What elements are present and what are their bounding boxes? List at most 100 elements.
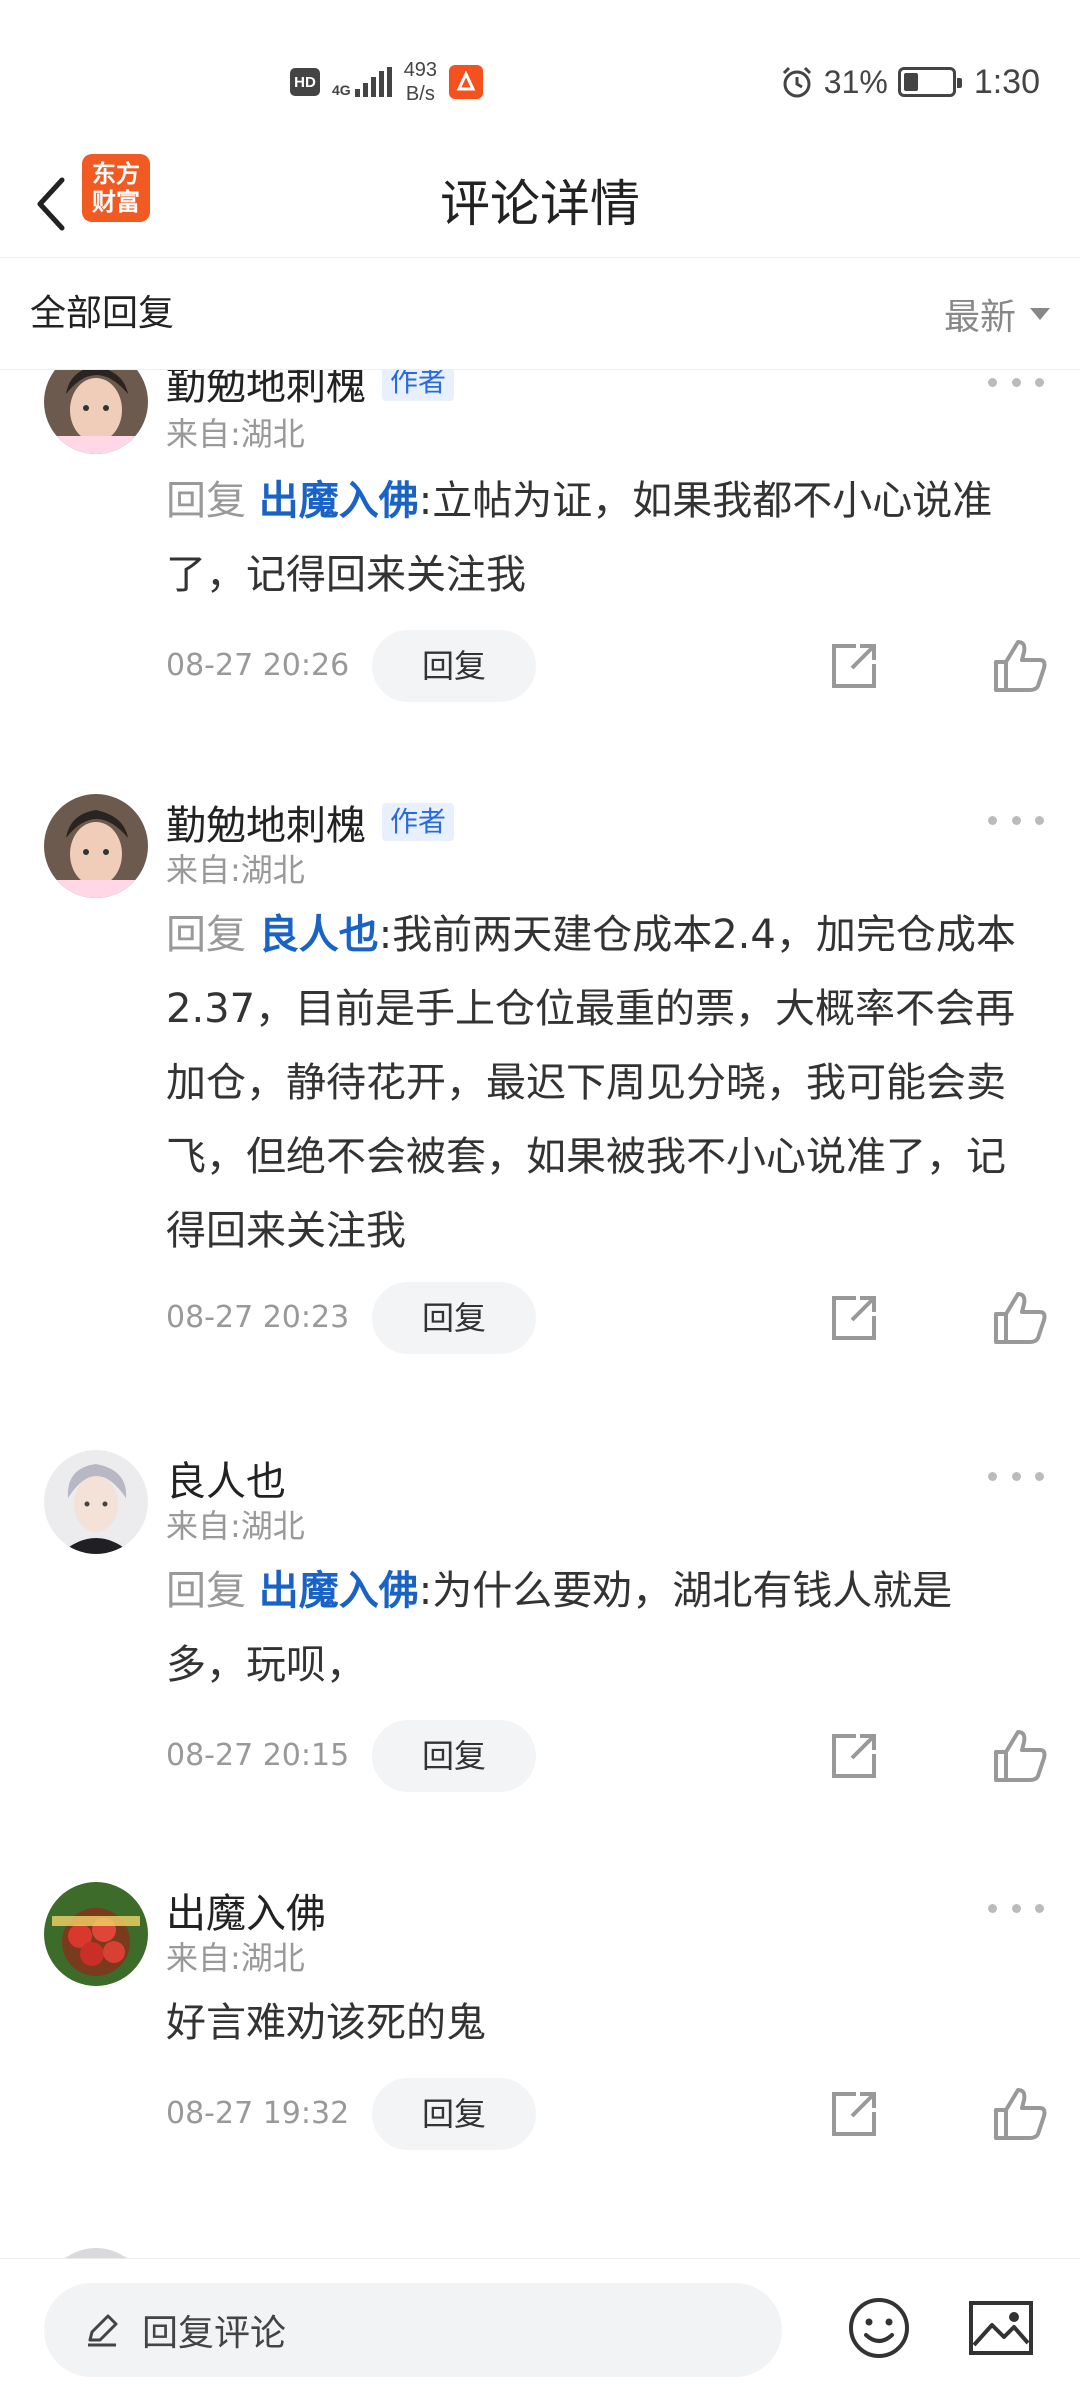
like-button[interactable]	[990, 636, 1050, 696]
nav-bar: 评论详情 东方 财富	[0, 150, 1080, 258]
username[interactable]: 勤勉地刺槐	[166, 370, 366, 411]
location-label: 来自:湖北	[166, 851, 305, 889]
clock: 1:30	[973, 62, 1040, 101]
status-right-cluster: 31% 1:30	[780, 52, 1040, 112]
alarm-icon	[782, 66, 811, 98]
page-title: 评论详情	[440, 175, 640, 233]
reply-colon: :	[418, 1568, 433, 1614]
app-notification-icon	[449, 65, 484, 99]
app-logo-line2: 财富	[92, 188, 140, 216]
thumbs-up-icon	[994, 640, 1047, 692]
reply-prefix: 回复	[166, 912, 246, 958]
status-left-cluster: HD 4G 493 B/s	[290, 52, 484, 112]
reply-target-link[interactable]: 出魔入佛	[259, 1568, 419, 1614]
comment-header: 勤勉地刺槐 作者	[166, 370, 455, 411]
image-button[interactable]	[966, 2295, 1036, 2361]
smiley-icon	[849, 2298, 909, 2358]
like-button[interactable]	[990, 1726, 1050, 1786]
network-speed-value: 493	[403, 59, 438, 81]
avatar[interactable]	[44, 370, 148, 454]
share-icon	[832, 1734, 876, 1778]
more-options-button[interactable]	[988, 800, 1044, 840]
comment-body: 我前两天建仓成本2.4，加完仓成本2.37，目前是手上仓位最重的票，大概率不会再…	[166, 912, 1016, 1254]
reply-button[interactable]: 回复	[372, 630, 536, 702]
more-options-button[interactable]	[988, 1456, 1044, 1496]
comment-header: 出魔入佛	[166, 1881, 326, 1939]
location-label: 来自:湖北	[166, 415, 305, 453]
location-label: 来自:湖北	[166, 1507, 305, 1545]
back-button[interactable]	[20, 164, 84, 244]
more-options-button[interactable]	[988, 370, 1044, 402]
location-label: 来自:湖北	[166, 1939, 305, 1977]
share-button[interactable]	[826, 2086, 882, 2142]
more-options-button[interactable]	[988, 1888, 1044, 1928]
comment-date: 08-27 20:15	[166, 1738, 350, 1773]
app-logo-line1: 东方	[92, 160, 140, 188]
username[interactable]: 良人也	[166, 1449, 286, 1507]
battery-icon	[897, 67, 962, 97]
reply-target-link[interactable]: 良人也	[259, 912, 379, 958]
reply-button[interactable]: 回复	[372, 1282, 536, 1354]
comment-text: 回复 良人也:我前两天建仓成本2.4，加完仓成本2.37，目前是手上仓位最重的票…	[166, 898, 1026, 1268]
comment-actions: 08-27 20:23 回复	[166, 1282, 1047, 1354]
author-badge: 作者	[382, 803, 455, 841]
avatar[interactable]	[44, 794, 148, 898]
comment-date: 08-27 20:26	[166, 648, 350, 683]
image-icon	[969, 2301, 1033, 2355]
reply-button[interactable]: 回复	[372, 2078, 536, 2150]
battery-percent: 31%	[823, 63, 888, 100]
author-badge: 作者	[382, 370, 455, 401]
reply-prefix: 回复	[166, 478, 246, 524]
sort-dropdown[interactable]: 最新	[944, 258, 1050, 370]
reply-target-link[interactable]: 出魔入佛	[259, 478, 419, 524]
emoji-button[interactable]	[846, 2295, 912, 2361]
share-button[interactable]	[826, 1728, 882, 1784]
comment-list[interactable]: 勤勉地刺槐 作者 来自:湖北 回复 出魔入佛:立帖为证，如果我都不小心说准了，记…	[0, 370, 1080, 2258]
network-speed-unit: B/s	[405, 83, 435, 105]
comment-text: 好言难劝该死的鬼	[166, 1986, 1026, 2060]
like-button[interactable]	[990, 1288, 1050, 1348]
comment-actions: 08-27 19:32 回复	[166, 2078, 1047, 2150]
share-icon	[832, 1296, 876, 1340]
share-icon	[832, 644, 876, 688]
comment-actions: 08-27 20:15 回复	[166, 1720, 1047, 1792]
app-logo[interactable]: 东方 财富	[82, 154, 150, 222]
reply-button[interactable]: 回复	[372, 1720, 536, 1792]
replies-header: 全部回复 最新	[0, 258, 1080, 370]
avatar[interactable]	[44, 1450, 148, 1554]
comment-header: 良人也	[166, 1449, 286, 1507]
reply-comment-input[interactable]: 回复评论	[44, 2283, 782, 2377]
like-button[interactable]	[990, 2084, 1050, 2144]
comment-text: 回复 出魔入佛:立帖为证，如果我都不小心说准了，记得回来关注我	[166, 464, 1026, 612]
thumbs-up-icon	[994, 1730, 1047, 1782]
chevron-left-icon	[37, 177, 65, 231]
reply-input-bar: 回复评论	[0, 2258, 1080, 2400]
reply-input-placeholder: 回复评论	[142, 2313, 287, 2354]
avatar[interactable]	[44, 1882, 148, 1986]
comment-date: 08-27 19:32	[166, 2096, 350, 2131]
pencil-icon	[88, 2314, 118, 2347]
thumbs-up-icon	[994, 2088, 1047, 2140]
network-speed: 493 B/s	[404, 58, 437, 106]
sort-dropdown-label: 最新	[943, 297, 1016, 338]
share-icon	[832, 2092, 876, 2136]
username[interactable]: 出魔入佛	[166, 1881, 326, 1939]
comment-body: 好言难劝该死的鬼	[166, 2000, 486, 2046]
caret-down-icon	[1030, 308, 1050, 320]
comment-text: 回复 出魔入佛:为什么要劝，湖北有钱人就是多，玩呗，	[166, 1554, 1026, 1702]
avatar[interactable]	[44, 2248, 148, 2258]
network-type-label: 4G	[332, 82, 351, 98]
reply-colon: :	[418, 478, 433, 524]
comment-date: 08-27 20:23	[166, 1300, 350, 1335]
comment-header: 勤勉地刺槐 作者	[166, 793, 455, 851]
thumbs-up-icon	[994, 1292, 1047, 1344]
username[interactable]: 勤勉地刺槐	[166, 793, 366, 851]
share-button[interactable]	[826, 638, 882, 694]
reply-colon: :	[378, 912, 393, 958]
share-button[interactable]	[826, 1290, 882, 1346]
status-bar: HD 4G 493 B/s 31% 1:30	[0, 0, 1080, 150]
hd-voice-icon: HD	[290, 68, 320, 96]
all-replies-title: 全部回复	[30, 293, 175, 334]
reply-prefix: 回复	[166, 1568, 246, 1614]
comment-actions: 08-27 20:26 回复	[166, 630, 1047, 702]
